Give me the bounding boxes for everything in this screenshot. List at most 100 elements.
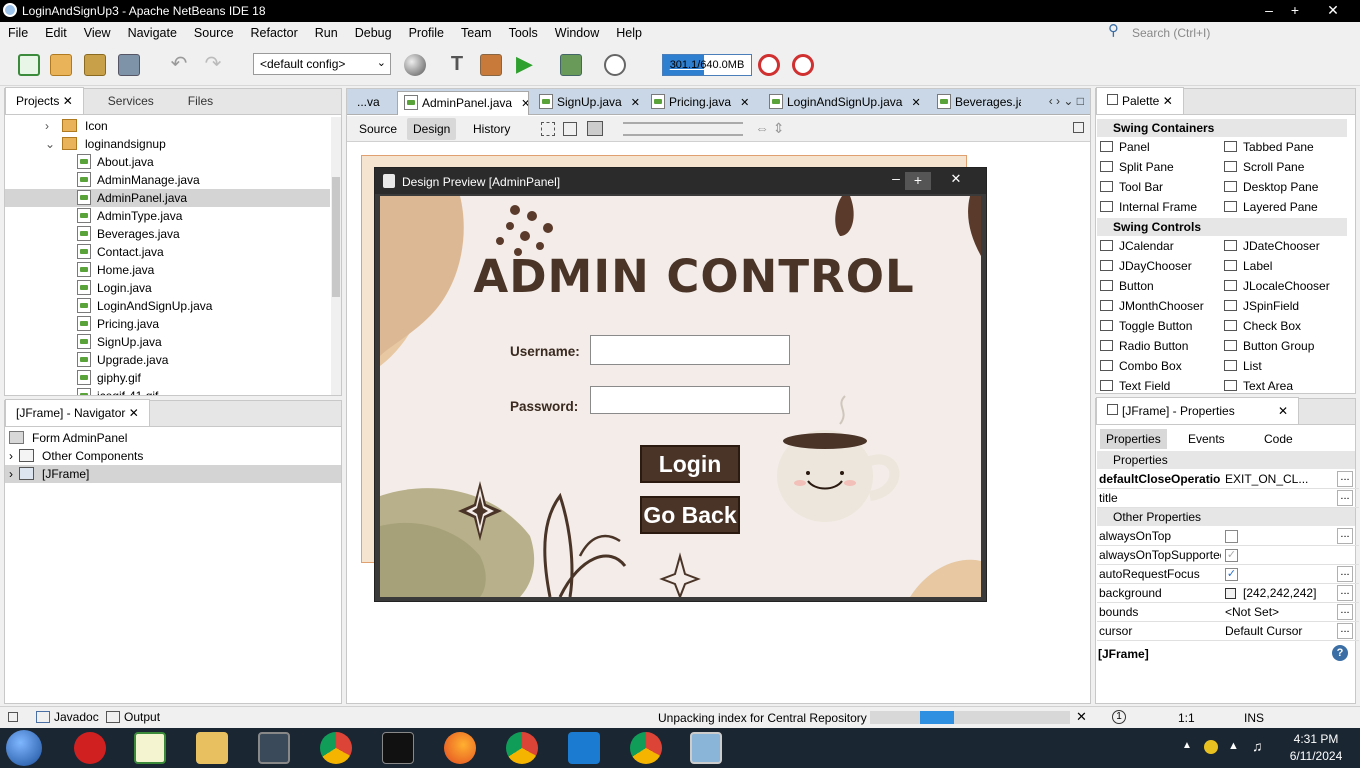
editor-tab[interactable]: LoginAndSignUp.java ✕ [763,91,927,115]
connection-mode-icon[interactable] [563,122,577,136]
help-icon[interactable]: ? [1332,645,1348,661]
palette-item[interactable]: Scroll Pane [1224,157,1304,177]
new-project-icon[interactable] [50,54,72,76]
debug-icon[interactable] [560,54,582,76]
taskbar-terminal-icon[interactable] [382,732,414,764]
menu-file[interactable]: File [8,26,28,40]
clean-build-icon[interactable] [480,54,502,76]
menu-refactor[interactable]: Refactor [251,26,298,40]
property-edit-button[interactable]: ... [1337,566,1353,582]
tab-navigator[interactable]: [JFrame] - Navigator ✕ [5,399,150,426]
palette-item[interactable]: List [1224,356,1262,376]
close-icon[interactable]: ✕ [1163,94,1173,108]
palette-item[interactable]: JLocaleChooser [1224,276,1330,296]
palette-item[interactable]: Radio Button [1100,336,1188,356]
mode-design[interactable]: Design [407,118,457,140]
search-input[interactable]: Search (Ctrl+I) [1132,26,1210,40]
close-icon[interactable]: ✕ [129,406,139,420]
palette-item[interactable]: Label [1224,256,1272,276]
profile-icon[interactable] [604,54,626,76]
menu-debug[interactable]: Debug [355,26,392,40]
tree-file[interactable]: Login.java [5,279,330,297]
property-row[interactable]: alwaysOnTop... [1097,527,1359,546]
property-edit-button[interactable]: ... [1337,623,1353,639]
palette-item[interactable]: Internal Frame [1100,197,1197,217]
palette-item[interactable]: Tabbed Pane [1224,137,1314,157]
mode-source[interactable]: Source [359,122,397,136]
close-icon[interactable]: ✕ [908,97,920,109]
javadoc-tab[interactable]: Javadoc [36,710,99,724]
tree-file[interactable]: About.java [5,153,330,171]
property-value[interactable]: <Not Set> [1225,603,1335,622]
tree-file[interactable]: Home.java [5,261,330,279]
tree-file[interactable]: icegif-41.gif [5,387,330,395]
palette-item[interactable]: Desktop Pane [1224,177,1318,197]
close-icon[interactable]: ✕ [63,94,73,108]
cancel-progress-icon[interactable]: ✕ [1076,709,1087,725]
preview-close-button[interactable]: ✕ [943,171,969,187]
close-icon[interactable]: ✕ [1278,404,1288,418]
property-section[interactable]: Other Properties [1097,508,1355,526]
menu-edit[interactable]: Edit [45,26,67,40]
output-tab[interactable]: Output [106,710,160,724]
preview-maximize-button[interactable]: + [905,172,931,190]
gc-icon[interactable] [758,54,780,76]
password-field[interactable] [590,386,790,414]
property-row[interactable]: defaultCloseOperation EXIT_ON_CL...... [1097,470,1359,489]
tree-file[interactable]: Beverages.java [5,225,330,243]
tree-file[interactable]: LoginAndSignUp.java [5,297,330,315]
tab-properties[interactable]: Properties [1100,429,1167,449]
redo-icon[interactable]: ↷ [202,54,224,76]
tab-files[interactable]: Files [178,88,223,114]
taskbar-chrome-2-icon[interactable] [630,732,662,764]
tree-file[interactable]: AdminType.java [5,207,330,225]
taskbar-chrome-icon[interactable] [320,732,352,764]
menu-team[interactable]: Team [461,26,492,40]
taskbar-camera-icon[interactable] [258,732,290,764]
menu-window[interactable]: Window [555,26,599,40]
projects-scrollbar[interactable] [331,117,341,395]
save-all-icon[interactable] [118,54,140,76]
palette-section-header[interactable]: Swing Controls [1097,218,1347,236]
palette-item[interactable]: Tool Bar [1100,177,1163,197]
close-icon[interactable]: ✕ [737,97,749,109]
new-file-icon[interactable] [18,54,40,76]
maximize-editor-icon[interactable] [1073,122,1084,133]
property-row[interactable]: title... [1097,489,1359,508]
selection-mode-icon[interactable] [541,122,555,136]
taskbar-chrome-profile-icon[interactable] [506,732,538,764]
property-checkbox[interactable]: ✓ [1225,549,1238,562]
tab-code[interactable]: Code [1264,432,1293,446]
tab-events[interactable]: Events [1188,432,1225,446]
palette-item[interactable]: Button [1100,276,1154,296]
property-checkbox[interactable]: ✓ [1225,568,1238,581]
tab-services[interactable]: Services [98,88,164,114]
run-icon[interactable]: ▶ [516,53,538,76]
network-icon[interactable]: ▲ [1228,740,1239,752]
menu-profile[interactable]: Profile [409,26,444,40]
tab-properties-window[interactable]: [JFrame] - Properties ✕ [1096,397,1300,424]
tree-package[interactable]: ⌄ loginandsignup [5,135,330,153]
editor-tab[interactable]: Pricing.java ✕ [645,91,759,115]
palette-section-header[interactable]: Swing Containers [1097,119,1347,137]
property-edit-button[interactable]: ... [1337,604,1353,620]
menu-source[interactable]: Source [194,26,234,40]
preview-design-icon[interactable] [587,121,603,136]
clock[interactable]: 4:31 PM 6/11/2024 [1278,732,1354,763]
property-value[interactable]: Default Cursor [1225,622,1335,641]
tray-expand-icon[interactable]: ▲ [1182,740,1192,751]
tree-package[interactable]: › Icon [5,117,330,135]
undo-icon[interactable]: ↶ [168,54,190,76]
menu-view[interactable]: View [84,26,111,40]
property-edit-button[interactable]: ... [1337,490,1353,506]
go-back-button[interactable]: Go Back [640,496,740,534]
property-edit-button[interactable]: ... [1337,585,1353,601]
palette-item[interactable]: Check Box [1224,316,1301,336]
palette-item[interactable]: Split Pane [1100,157,1174,177]
property-section[interactable]: Properties [1097,451,1355,469]
tree-file[interactable]: SignUp.java [5,333,330,351]
palette-item[interactable]: JMonthChooser [1100,296,1204,316]
tab-scroll-icons[interactable]: ‹ › ⌄ □ [1049,94,1084,108]
tray-app-icon[interactable] [1204,740,1218,754]
palette-item[interactable]: Text Field [1100,376,1170,396]
